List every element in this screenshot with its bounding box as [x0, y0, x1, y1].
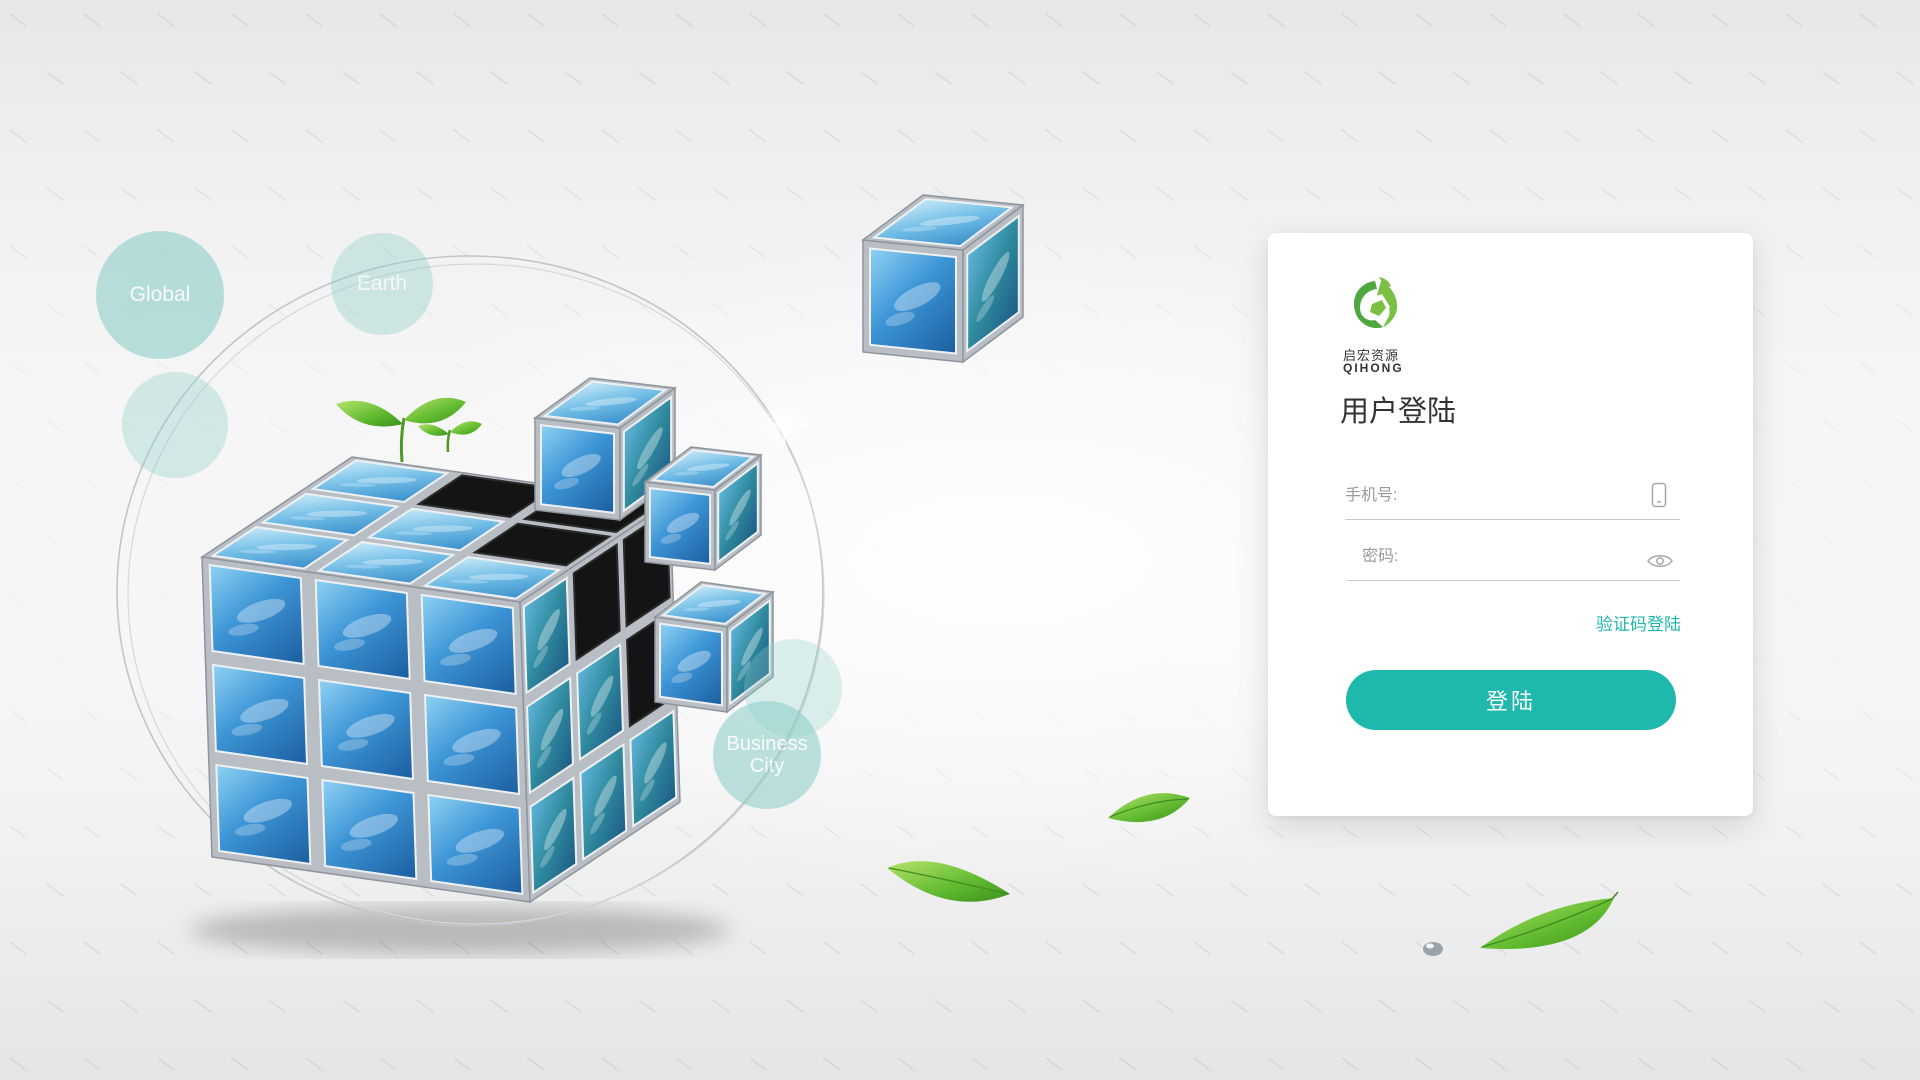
cube-tile: [650, 488, 710, 564]
password-field: 密码:: [1347, 538, 1680, 581]
phone-input[interactable]: [1407, 477, 1644, 519]
cube-tile: [425, 695, 519, 794]
phone-field: 手机号:: [1345, 477, 1680, 520]
eye-icon[interactable]: [1647, 552, 1673, 575]
bubble-business-city: Business City: [713, 701, 821, 809]
phone-icon: [1651, 482, 1667, 513]
bubble-global: Global: [96, 231, 224, 359]
water-drop: [1423, 942, 1443, 956]
bubble-empty: [122, 372, 228, 478]
cube-tile: [422, 595, 516, 694]
cube-tile: [216, 765, 310, 864]
cube-tile: [319, 680, 413, 779]
phone-label: 手机号:: [1345, 487, 1398, 504]
leaf: [887, 861, 1010, 902]
login-card: 启宏资源 QIHONG 用户登陆 手机号: 密码: 验证码登陆 登陆: [1268, 233, 1753, 816]
login-button[interactable]: 登陆: [1346, 670, 1676, 730]
cube-tile: [541, 425, 614, 513]
cube-tile: [322, 780, 416, 879]
sprout: [336, 397, 482, 463]
password-label: 密码:: [1362, 548, 1399, 565]
floating-cube: [863, 195, 1023, 362]
bubble-earth: Earth: [331, 233, 433, 335]
cube-tile: [870, 249, 956, 354]
bubble-global-label: Global: [129, 283, 191, 307]
page-title: 用户登陆: [1340, 396, 1457, 428]
cube-tile: [660, 624, 722, 706]
cube-tile: [316, 580, 410, 679]
leaf: [1108, 793, 1190, 823]
sms-login-link[interactable]: 验证码登陆: [1596, 610, 1681, 635]
leaf: [1480, 891, 1619, 949]
logo-icon: [1353, 277, 1398, 329]
main-cube: [202, 457, 680, 902]
password-input[interactable]: [1409, 538, 1640, 580]
bubble-earth-label: Earth: [356, 272, 408, 296]
logo-name-en: QIHONG: [1343, 361, 1404, 375]
company-logo: 启宏资源 QIHONG: [1343, 273, 1423, 383]
cube-tile: [210, 565, 304, 664]
sparkle: [758, 398, 810, 450]
cube-tile: [428, 795, 522, 894]
bubble-business-city-label: Business City: [726, 733, 808, 777]
cube-tile: [213, 665, 307, 764]
cube-shadow: [190, 906, 730, 954]
